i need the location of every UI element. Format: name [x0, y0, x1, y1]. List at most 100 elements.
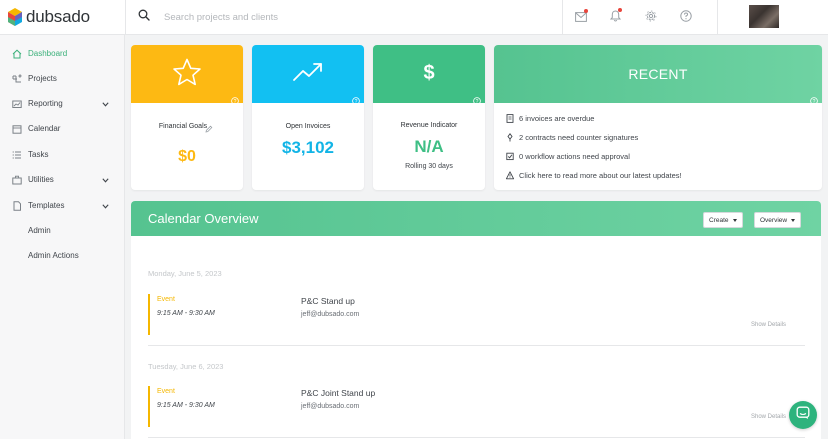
revenue-indicator-card[interactable]: $ ? Revenue Indicator N/A Rolling 30 day… — [373, 45, 485, 190]
svg-text:?: ? — [355, 99, 358, 105]
top-bar: dubsado — [0, 0, 828, 35]
svg-text:$: $ — [423, 62, 434, 84]
recent-item-workflow[interactable]: 0 workflow actions need approval — [506, 149, 806, 163]
event-color-bar — [148, 386, 150, 427]
document-icon — [12, 201, 22, 211]
gear-icon — [645, 9, 657, 27]
sidebar-item-label: Admin Actions — [28, 251, 79, 260]
recent-card: RECENT ? 6 invoices are overdue 2 contra… — [494, 45, 822, 190]
date-heading: Tuesday, June 6, 2023 — [148, 362, 224, 371]
sidebar-item-label: Calendar — [28, 124, 61, 133]
tasks-icon — [12, 150, 22, 160]
help-button[interactable] — [668, 0, 703, 35]
invoice-icon — [506, 113, 514, 123]
divider — [717, 0, 718, 35]
overview-dropdown-label: Overview — [760, 216, 788, 224]
event-email: jeff@dubsado.com — [301, 403, 360, 410]
card-title: Revenue Indicator — [400, 122, 458, 129]
recent-item-updates[interactable]: Click here to read more about our latest… — [506, 168, 806, 182]
svg-text:?: ? — [476, 99, 479, 105]
help-icon[interactable]: ? — [352, 92, 360, 105]
sidebar-item-label: Projects — [28, 74, 57, 83]
sidebar-item-calendar[interactable]: Calendar — [0, 119, 125, 139]
edit-icon[interactable] — [205, 120, 213, 138]
search-bar — [138, 8, 558, 26]
sidebar-item-dashboard[interactable]: Dashboard — [0, 44, 125, 64]
svg-text:?: ? — [234, 99, 237, 105]
help-icon — [679, 9, 692, 27]
brand-name: dubsado — [26, 7, 90, 26]
recent-item-label: 6 invoices are overdue — [519, 113, 595, 123]
event-type: Event — [157, 296, 175, 303]
chat-button[interactable] — [789, 401, 817, 429]
recent-item-invoices[interactable]: 6 invoices are overdue — [506, 111, 806, 125]
sidebar: Dashboard Projects Reporting Calendar Ta… — [0, 35, 125, 439]
sidebar-item-tasks[interactable]: Tasks — [0, 145, 125, 165]
open-invoices-card[interactable]: ? Open Invoices $3,102 — [252, 45, 364, 190]
notification-dot — [584, 9, 588, 13]
pen-icon — [507, 132, 513, 141]
logo-icon — [8, 8, 22, 26]
search-icon[interactable] — [138, 8, 150, 26]
divider — [148, 437, 805, 438]
recent-header: RECENT ? — [494, 45, 822, 105]
sidebar-item-label: Dashboard — [28, 49, 68, 58]
show-details-link[interactable]: Show Details — [751, 414, 786, 420]
card-header: ? — [252, 45, 364, 105]
help-icon[interactable]: ? — [473, 92, 481, 105]
sidebar-item-admin[interactable]: Admin — [0, 221, 125, 241]
divider — [148, 345, 805, 346]
event-title: P&C Stand up — [301, 296, 355, 306]
sidebar-item-label: Tasks — [28, 150, 49, 159]
event-type: Event — [157, 388, 175, 395]
event-title: P&C Joint Stand up — [301, 388, 376, 398]
financial-goals-card[interactable]: ? Financial Goals $0 — [131, 45, 243, 190]
chevron-down-icon[interactable] — [102, 176, 109, 185]
sidebar-item-admin-actions[interactable]: Admin Actions — [0, 246, 125, 266]
sidebar-item-projects[interactable]: Projects — [0, 69, 125, 89]
search-input[interactable] — [164, 11, 544, 23]
help-icon[interactable]: ? — [810, 92, 818, 105]
calendar-event[interactable]: Event 9:15 AM - 9:30 AM P&C Stand up jef… — [148, 294, 805, 339]
sidebar-item-utilities[interactable]: Utilities — [0, 170, 125, 190]
calendar-overview: Calendar Overview Create Overview Monday… — [131, 201, 821, 439]
calendar-header: Calendar Overview Create Overview — [131, 201, 821, 236]
settings-button[interactable] — [633, 0, 668, 35]
projects-icon — [12, 74, 22, 84]
sidebar-item-reporting[interactable]: Reporting — [0, 94, 125, 114]
recent-title: RECENT — [628, 66, 688, 82]
card-title: Open Invoices — [285, 123, 331, 130]
card-subtitle: Rolling 30 days — [405, 163, 453, 170]
recent-item-contracts[interactable]: 2 contracts need counter signatures — [506, 130, 806, 144]
chat-icon — [796, 406, 810, 425]
avatar[interactable] — [749, 5, 779, 28]
sidebar-item-label: Utilities — [28, 175, 54, 184]
top-icons — [562, 0, 718, 35]
trending-up-icon — [292, 61, 324, 88]
sidebar-item-label: Admin — [28, 226, 51, 235]
messages-button[interactable] — [563, 0, 598, 35]
sidebar-item-label: Templates — [28, 201, 65, 210]
create-button[interactable]: Create — [703, 212, 743, 228]
sidebar-item-label: Reporting — [28, 99, 63, 108]
show-details-link[interactable]: Show Details — [751, 322, 786, 328]
svg-text:?: ? — [813, 99, 816, 105]
chevron-down-icon[interactable] — [102, 100, 109, 109]
card-value: N/A — [414, 137, 444, 156]
calendar-title: Calendar Overview — [148, 211, 259, 226]
event-time: 9:15 AM - 9:30 AM — [157, 402, 215, 409]
sidebar-item-templates[interactable]: Templates — [0, 196, 125, 216]
notifications-button[interactable] — [598, 0, 633, 35]
briefcase-icon — [12, 175, 22, 185]
calendar-event[interactable]: Event 9:15 AM - 9:30 AM P&C Joint Stand … — [148, 386, 805, 431]
card-header: ? — [131, 45, 243, 105]
date-heading: Monday, June 5, 2023 — [148, 269, 222, 278]
overview-dropdown[interactable]: Overview — [754, 212, 802, 228]
help-icon[interactable]: ? — [231, 92, 239, 105]
chevron-down-icon[interactable] — [102, 202, 109, 211]
logo[interactable]: dubsado — [8, 6, 125, 28]
card-header: $ ? — [373, 45, 485, 105]
create-button-label: Create — [709, 216, 729, 224]
home-icon — [12, 49, 22, 59]
recent-item-label: 2 contracts need counter signatures — [519, 132, 639, 142]
